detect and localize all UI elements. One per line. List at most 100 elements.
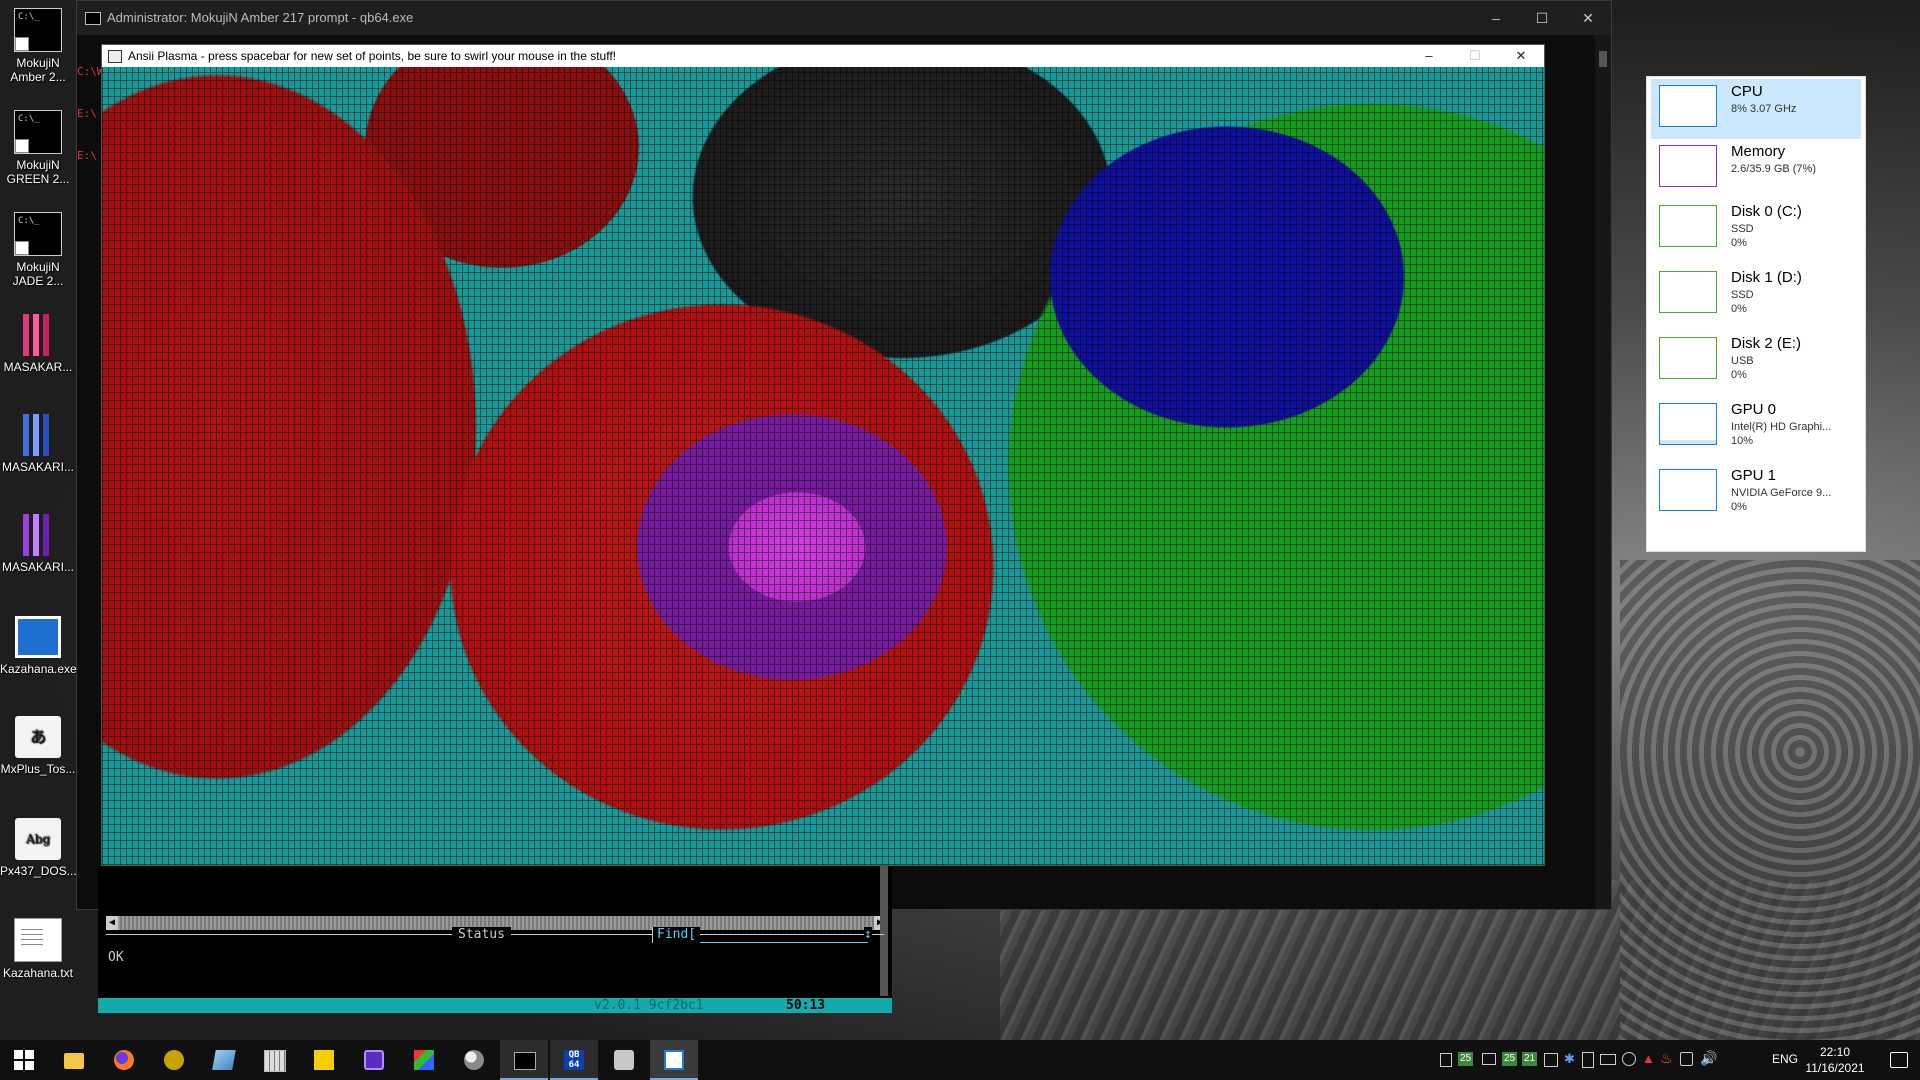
taskbar-file-explorer[interactable] [50,1040,98,1080]
perf-item-cpu[interactable]: CPU 8% 3.07 GHz [1651,79,1861,139]
taskbar-app-window[interactable] [600,1040,648,1080]
plasma-titlebar[interactable]: Ansii Plasma - press spacebar for new se… [102,45,1544,67]
cursor-position: 50:13 [786,998,826,1013]
tray-badge[interactable]: 25 [1458,1052,1474,1066]
notification-center-icon[interactable] [1890,1052,1908,1068]
firefox-icon [114,1050,134,1070]
minimize-button[interactable]: – [1406,45,1452,67]
taskbar-app-purple[interactable] [350,1040,398,1080]
console-scrollbar[interactable] [1595,35,1611,909]
desktop-icon-mokujin-jade[interactable]: MokujiN JADE 2... [0,212,76,288]
bar-chart-icon [15,314,61,356]
usb-icon[interactable] [1582,1052,1594,1068]
taskbar-paint[interactable] [400,1040,448,1080]
sticky-notes-icon [314,1050,334,1070]
disk-graph [1659,205,1717,247]
app-purple-icon [364,1050,384,1070]
gpu-graph [1659,469,1717,511]
taskbar-notepad[interactable] [200,1040,248,1080]
memory-graph [1659,145,1717,187]
desktop-icon-kazahana-exe[interactable]: Kazahana.exe [0,616,77,676]
find-label[interactable]: Find[ [652,927,701,943]
paint-icon [414,1050,434,1070]
version-text: v2.0.1 9cf2bc1 [594,998,704,1013]
qb64-ide-panel[interactable]: ◀ ▶ Status Find[ ↕ OK v2.0.1 9cf2bc1 50:… [98,866,892,1013]
perf-item-disk0[interactable]: Disk 0 (C:) SSD 0% [1651,199,1861,259]
performance-panel[interactable]: CPU 8% 3.07 GHz Memory 2.6/35.9 GB (7%) … [1646,76,1866,552]
status-divider: Status Find[ ↕ [106,927,884,951]
plasma-window[interactable]: Ansii Plasma - press spacebar for new se… [101,44,1545,866]
taskbar-sticky-notes[interactable] [300,1040,348,1080]
maximize-button[interactable]: ☐ [1452,45,1498,67]
alert-icon[interactable]: ▲ [1642,1051,1655,1066]
notepad-icon [212,1050,236,1070]
taskbar-firefox[interactable] [100,1040,148,1080]
perf-sub: NVIDIA GeForce 9... [1731,487,1832,499]
speaker-icon[interactable]: 🔊 [1700,1050,1717,1067]
maximize-button[interactable]: ☐ [1519,1,1565,35]
desktop-icon-mokujin-green[interactable]: MokujiN GREEN 2... [0,110,76,186]
desktop-icon-label: Kazahana.exe [0,662,77,676]
desktop-icon-mxplus-font[interactable]: あ MxPlus_Tos... [0,716,76,776]
desktop-icon-masakari-1[interactable]: MASAKAR... [0,314,76,374]
vertical-scrollbar[interactable] [880,866,888,996]
find-arrows-icon[interactable]: ↕ [864,927,872,942]
perf-name: Disk 2 (E:) [1731,335,1802,352]
bluetooth-icon[interactable]: ✱ [1564,1051,1575,1067]
clock[interactable]: 22:10 11/16/2021 [1796,1044,1874,1076]
desktop-icon-label: MokujiN GREEN 2... [6,158,70,186]
text-file-icon [14,918,62,962]
bar-chart-icon [15,514,61,556]
taskbar-app-e[interactable] [150,1040,198,1080]
perf-item-disk2[interactable]: Disk 2 (E:) USB 0% [1651,331,1861,391]
tray-badge[interactable]: 25 [1502,1052,1518,1066]
tray-app-icon[interactable] [1544,1053,1558,1067]
perf-name: Disk 1 (D:) [1731,269,1802,286]
taskbar-ansii-plasma[interactable] [650,1040,698,1080]
network-globe-icon[interactable] [1622,1052,1636,1066]
battery-icon[interactable] [1600,1054,1616,1065]
desktop-icon-px437-font[interactable]: Abg Px437_DOS... [0,818,77,878]
desktop-icon-masakari-2[interactable]: MASAKARI... [0,414,76,474]
perf-sub: 8% 3.07 GHz [1731,103,1797,115]
tray-badge[interactable]: 21 [1522,1052,1538,1066]
perf-item-gpu1[interactable]: GPU 1 NVIDIA GeForce 9... 0% [1651,463,1861,523]
perf-item-memory[interactable]: Memory 2.6/35.9 GB (7%) [1651,139,1861,199]
cmd-icon [14,110,62,154]
security-icon[interactable] [1680,1052,1693,1066]
start-button[interactable] [0,1040,48,1080]
language-indicator[interactable]: ENG [1772,1052,1798,1066]
console-titlebar[interactable]: Administrator: MokujiN Amber 217 prompt … [77,1,1611,35]
tray-app-icon[interactable] [1440,1053,1452,1067]
status-output: OK [108,950,124,965]
taskbar-qb64[interactable]: QB 64 [550,1040,598,1080]
tray-app-icon[interactable] [1482,1053,1496,1065]
perf-sub: SSD [1731,289,1754,301]
terminal-icon [514,1052,536,1070]
desktop-icon-mokujin-amber[interactable]: MokujiN Amber 2... [0,8,76,84]
cpu-graph [1659,85,1717,127]
desktop-icon-masakari-3[interactable]: MASAKARI... [0,514,76,574]
close-button[interactable]: ✕ [1565,1,1611,35]
scroll-left-icon[interactable]: ◀ [106,916,118,930]
perf-item-disk1[interactable]: Disk 1 (D:) SSD 0% [1651,265,1861,325]
perf-item-gpu0[interactable]: GPU 0 Intel(R) HD Graphi... 10% [1651,397,1861,457]
flame-icon[interactable]: ♨ [1660,1050,1673,1067]
perf-sub: Intel(R) HD Graphi... [1731,421,1832,433]
plasma-canvas[interactable] [102,67,1544,865]
app-window-icon [108,50,122,63]
perf-sub: 0% [1731,501,1747,513]
console-title-text: Administrator: MokujiN Amber 217 prompt … [107,10,414,25]
minimize-button[interactable]: – [1473,1,1519,35]
close-button[interactable]: ✕ [1498,45,1544,67]
perf-name: GPU 0 [1731,401,1777,418]
bar-chart-icon [15,414,61,456]
scrollbar-thumb[interactable] [1599,51,1607,67]
disk-graph [1659,337,1717,379]
disk-graph [1659,271,1717,313]
taskbar-app-globe[interactable] [450,1040,498,1080]
taskbar-calculator[interactable] [250,1040,298,1080]
desktop-icon-label: Kazahana.txt [2,966,74,980]
desktop-icon-kazahana-txt[interactable]: Kazahana.txt [0,918,76,980]
taskbar-terminal[interactable] [500,1040,548,1080]
